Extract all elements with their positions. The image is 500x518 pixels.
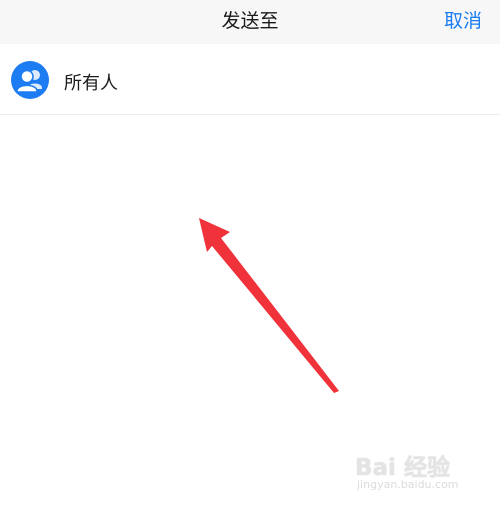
group-icon [11,61,49,99]
recipient-row-everyone[interactable]: 所有人 [0,44,500,115]
cancel-button[interactable]: 取消 [444,6,482,33]
watermark: Bai 经验 jingyan.baidu.com [355,448,485,508]
recipient-label: 所有人 [64,73,118,94]
page-title: 发送至 [221,10,279,32]
watermark-url: jingyan.baidu.com [357,478,459,491]
navigation-bar: 发送至 取消 [0,0,500,44]
watermark-brand: Bai 经验 [355,455,450,481]
